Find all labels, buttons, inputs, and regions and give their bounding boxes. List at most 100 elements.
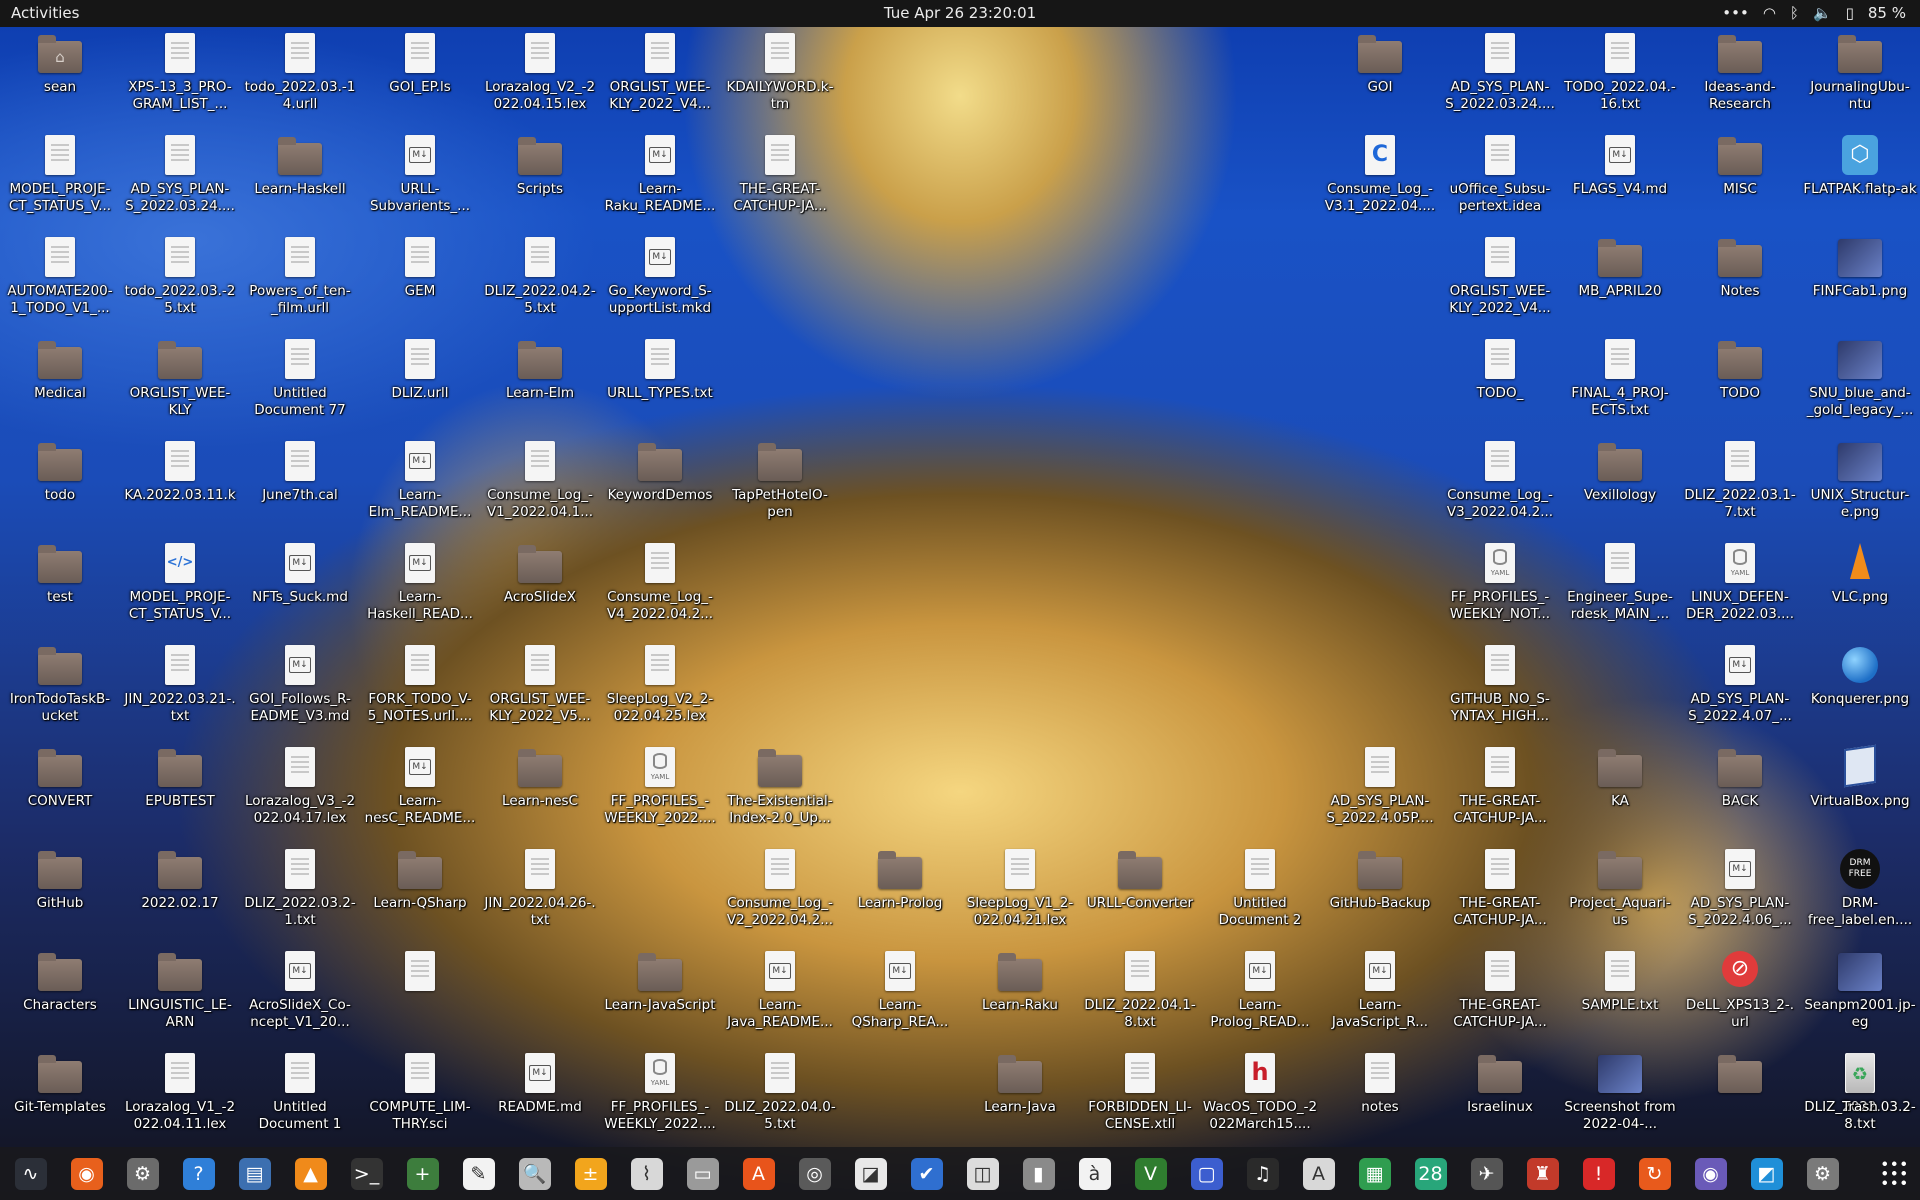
wifi-icon[interactable]: ◠ <box>1763 4 1776 22</box>
desktop-icon-learn-java-readme[interactable]: Learn-Java_README... <box>722 949 838 1031</box>
dock-app[interactable]: ▮ <box>1016 1153 1061 1195</box>
desktop-icon-blank[interactable] <box>1682 1051 1798 1099</box>
desktop-icon-ad-sys-plan-s-2022-4-06[interactable]: AD_SYS_PLAN-S_2022.4.06_... <box>1682 847 1798 929</box>
desktop-icon-learn-qsharp[interactable]: Learn-QSharp <box>362 847 478 912</box>
dock-app[interactable]: ∿ <box>8 1153 53 1195</box>
desktop-icon-the-great-catchup-ja[interactable]: THE-GREAT-CATCHUP-JA... <box>1442 745 1558 827</box>
desktop-icon-learn-javascript[interactable]: Learn-JavaScript <box>602 949 718 1014</box>
desktop-icon-finfcab1-png[interactable]: FINFCab1.png <box>1802 235 1918 300</box>
dock-app[interactable]: 28 <box>1408 1153 1453 1195</box>
desktop-icon-linguistic-le-arn[interactable]: LINGUISTIC_LE-ARN <box>122 949 238 1031</box>
desktop-icon-characters[interactable]: Characters <box>2 949 118 1014</box>
desktop-icon-scripts[interactable]: Scripts <box>482 133 598 198</box>
desktop-icon-final-4-proj-ects-txt[interactable]: FINAL_4_PROJ-ECTS.txt <box>1562 337 1678 419</box>
desktop-icon-the-great-catchup-ja[interactable]: THE-GREAT-CATCHUP-JA... <box>1442 949 1558 1031</box>
desktop-icon-flags-v4-md[interactable]: FLAGS_V4.md <box>1562 133 1678 198</box>
desktop-icon-urll-types-txt[interactable]: URLL_TYPES.txt <box>602 337 718 402</box>
dock-app[interactable]: ◫ <box>960 1153 1005 1195</box>
desktop-icon-todo[interactable]: TODO <box>1682 337 1798 402</box>
desktop-icon-lorazalog-v3-2022-04-17-lex[interactable]: Lorazalog_V3_-2022.04.17.lex <box>242 745 358 827</box>
desktop-icon-june7th-cal[interactable]: June7th.cal <box>242 439 358 504</box>
desktop-icon-dliz-2022-04-1-8-txt[interactable]: DLIZ_2022.04.1-8.txt <box>1082 949 1198 1031</box>
desktop-icon-the-great-catchup-ja[interactable]: THE-GREAT-CATCHUP-JA... <box>1442 847 1558 929</box>
desktop-icon-test[interactable]: test <box>2 541 118 606</box>
desktop-icon-learn-haskell-read[interactable]: Learn-Haskell_READ... <box>362 541 478 623</box>
desktop-icon-learn-qsharp-rea[interactable]: Learn-QSharp_REA... <box>842 949 958 1031</box>
desktop-icon-ka-2022-03-11-k[interactable]: KA.2022.03.11.k <box>122 439 238 504</box>
desktop-icon-consume-log-v4-2022-04-2[interactable]: Consume_Log_-V4_2022.04.2... <box>602 541 718 623</box>
system-tray[interactable]: ••• ◠ ᛒ 🔈 ▯ 85 % <box>1722 4 1906 22</box>
desktop-icon-forbidden-li-cense-xtll[interactable]: FORBIDDEN_LI-CENSE.xtll <box>1082 1051 1198 1133</box>
desktop-icon-medical[interactable]: Medical <box>2 337 118 402</box>
desktop-icon-seanpm2001-jp-eg[interactable]: Seanpm2001.jp-eg <box>1802 949 1918 1031</box>
desktop-icon-convert[interactable]: CONVERT <box>2 745 118 810</box>
desktop-icon-learn-haskell[interactable]: Learn-Haskell <box>242 133 358 198</box>
desktop-icon-mb-april20[interactable]: MB_APRIL20 <box>1562 235 1678 300</box>
desktop-icon-todo[interactable]: TODO_ <box>1442 337 1558 402</box>
dock-app[interactable]: ▲ <box>288 1153 333 1195</box>
desktop-icon-tappethotelo-pen[interactable]: TapPetHotelO-pen <box>722 439 838 521</box>
desktop-icon-learn-raku[interactable]: Learn-Raku <box>962 949 1078 1014</box>
desktop-icon-goi-ep-ls[interactable]: GOI_EP.ls <box>362 31 478 96</box>
dock-app[interactable]: ! <box>1576 1153 1621 1195</box>
dock-app[interactable]: ◩ <box>1744 1153 1789 1195</box>
desktop-icon-goi-follows-r-eadme-v3-md[interactable]: GOI_Follows_R-EADME_V3.md <box>242 643 358 725</box>
desktop-icon-dliz-2022-04-0-5-txt[interactable]: DLIZ_2022.04.0-5.txt <box>722 1051 838 1133</box>
desktop-icon-ideas-and-research[interactable]: Ideas-and-Research <box>1682 31 1798 113</box>
desktop-icon-misc[interactable]: MISC <box>1682 133 1798 198</box>
desktop-icon-ad-sys-plan-s-2022-4-05p[interactable]: AD_SYS_PLAN-S_2022.4.05P.... <box>1322 745 1438 827</box>
desktop-icon-lorazalog-v1-2022-04-11-lex[interactable]: Lorazalog_V1_-2022.04.11.lex <box>122 1051 238 1133</box>
desktop-icon-sleeplog-v1-2-022-04-21-lex[interactable]: SleepLog_V1_2-022.04.21.lex <box>962 847 1078 929</box>
desktop-icon-virtualbox-png[interactable]: VirtualBox.png <box>1802 744 1918 810</box>
desktop-icon-jin-2022-03-21-txt[interactable]: JIN_2022.03.21-.txt <box>122 643 238 725</box>
dock-app[interactable]: ? <box>176 1153 221 1195</box>
dock-app[interactable]: ⚙ <box>1800 1153 1845 1195</box>
dock-app[interactable]: ↻ <box>1632 1153 1677 1195</box>
desktop-icon-jin-2022-04-26-txt[interactable]: JIN_2022.04.26-.txt <box>482 847 598 929</box>
dock-app[interactable]: ⌇ <box>624 1153 669 1195</box>
desktop-icon-flatpak-flatp-ak[interactable]: ⬡ FLATPAK.flatp-ak <box>1802 133 1918 198</box>
dock-app[interactable]: A <box>736 1153 781 1195</box>
clock[interactable]: Tue Apr 26 23:20:01 <box>0 4 1920 22</box>
desktop-icon-the-existential-index-2-0-up[interactable]: The-Existential-Index-2.0_Up... <box>722 745 838 827</box>
desktop-icon-ff-profiles-weekly-not[interactable]: FF_PROFILES_-WEEKLY_NOT... <box>1442 541 1558 623</box>
desktop-icon-learn-prolog[interactable]: Learn-Prolog <box>842 847 958 912</box>
dock-app[interactable]: ✔ <box>904 1153 949 1195</box>
desktop-icon-lorazalog-v2-2022-04-15-lex[interactable]: Lorazalog_V2_-2022.04.15.lex <box>482 31 598 113</box>
desktop-icon-automate200-1-todo-v1[interactable]: AUTOMATE200-1_TODO_V1_... <box>2 235 118 317</box>
desktop-icon-github[interactable]: GitHub <box>2 847 118 912</box>
dock-app[interactable]: ◎ <box>792 1153 837 1195</box>
desktop-icon-ad-sys-plan-s-2022-4-07[interactable]: AD_SYS_PLAN-S_2022.4.07_... <box>1682 643 1798 725</box>
desktop-icon-orglist-wee-kly-2022-v5[interactable]: ORGLIST_WEE-KLY_2022_V5... <box>482 643 598 725</box>
desktop-icon-learn-prolog-read[interactable]: Learn-Prolog_READ... <box>1202 949 1318 1031</box>
desktop-icon-ka[interactable]: KA <box>1562 745 1678 810</box>
desktop-icon-readme-md[interactable]: README.md <box>482 1051 598 1116</box>
dock-app[interactable]: ✎ <box>456 1153 501 1195</box>
desktop-icon-model-proje-ct-status-v[interactable]: MODEL_PROJE-CT_STATUS_V... <box>2 133 118 215</box>
desktop-icon-blank[interactable] <box>362 949 478 997</box>
desktop-icon-the-great-catchup-ja[interactable]: THE-GREAT-CATCHUP-JA... <box>722 133 838 215</box>
dock-app[interactable]: ▭ <box>680 1153 725 1195</box>
desktop-icon-sean[interactable]: ⌂ sean <box>2 31 118 96</box>
desktop-icon-learn-nesc[interactable]: Learn-nesC <box>482 745 598 810</box>
battery-icon[interactable]: ▯ <box>1846 4 1854 22</box>
desktop-icon-untitled-document-2[interactable]: Untitled Document 2 <box>1202 847 1318 929</box>
dock-app[interactable]: ◉ <box>1688 1153 1733 1195</box>
desktop-icon-linux-defen-der-2022-03[interactable]: LINUX_DEFEN-DER_2022.03.... <box>1682 541 1798 623</box>
dock-app[interactable]: ▤ <box>232 1153 277 1195</box>
desktop-icon-engineer-supe-rdesk-main[interactable]: Engineer_Supe-rdesk_MAIN_... <box>1562 541 1678 623</box>
desktop-icon-github-backup[interactable]: GitHub-Backup <box>1322 847 1438 912</box>
desktop-icon-trash[interactable]: ♻ Trash <box>1802 1051 1918 1116</box>
bluetooth-icon[interactable]: ᛒ <box>1790 4 1799 22</box>
desktop-icon-vexillology[interactable]: Vexillology <box>1562 439 1678 504</box>
desktop-icon-sleeplog-v2-2-022-04-25-lex[interactable]: SleepLog_V2_2-022.04.25.lex <box>602 643 718 725</box>
desktop-icon-journalingubu-ntu[interactable]: JournalingUbu-ntu <box>1802 31 1918 113</box>
desktop-icon-ff-profiles-weekly-2022[interactable]: FF_PROFILES_-WEEKLY_2022.... <box>602 1051 718 1133</box>
show-applications-icon[interactable] <box>1880 1159 1908 1187</box>
desktop-icon-learn-java[interactable]: Learn-Java <box>962 1051 1078 1116</box>
desktop-icon-dliz-2022-03-2-1-txt[interactable]: DLIZ_2022.03.2-1.txt <box>242 847 358 929</box>
dock-app[interactable]: + <box>400 1153 445 1195</box>
desktop-icon-snu-blue-and-gold-legacy[interactable]: SNU_blue_and-_gold_legacy_... <box>1802 337 1918 419</box>
desktop-icon-acroslidex-co-ncept-v1-20[interactable]: AcroSlideX_Co-ncept_V1_20... <box>242 949 358 1031</box>
desktop-icon-keyworddemos[interactable]: KeywordDemos <box>602 439 718 504</box>
